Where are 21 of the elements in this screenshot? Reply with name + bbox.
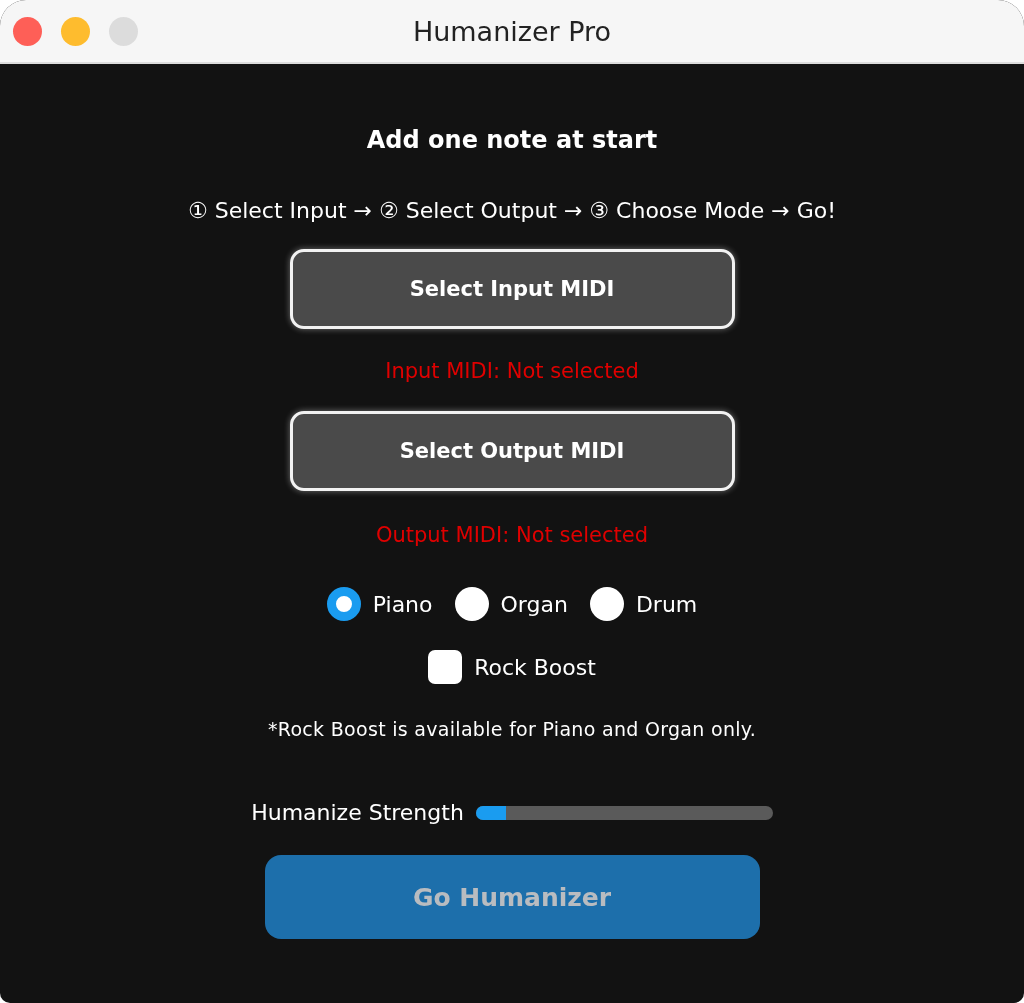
- radio-label: Drum: [635, 591, 698, 617]
- checkbox-label: Rock Boost: [474, 654, 596, 680]
- mode-radio[interactable]: Piano: [326, 587, 433, 621]
- close-icon[interactable]: [13, 16, 42, 46]
- heading: Add one note at start: [366, 126, 658, 154]
- minimize-icon[interactable]: [61, 16, 90, 46]
- window-title: Humanizer Pro: [412, 15, 612, 47]
- footnote: *Rock Boost is available for Piano and Organ only.: [268, 718, 756, 740]
- zoom-icon: [109, 16, 138, 46]
- mode-radio[interactable]: Drum: [589, 587, 698, 621]
- radio-label: Piano: [372, 591, 433, 617]
- input-status: Input MIDI: Not selected: [385, 359, 639, 383]
- rock-boost-checkbox[interactable]: Rock Boost: [428, 650, 596, 684]
- strength-slider[interactable]: [475, 805, 773, 820]
- slider-label: Humanize Strength: [251, 800, 464, 825]
- steps-instructions: ① Select Input → ② Select Output → ③ Choose Mode → Go!: [188, 198, 836, 223]
- select-input-button[interactable]: Select Input MIDI: [289, 249, 735, 329]
- mode-radio[interactable]: Organ: [454, 587, 568, 621]
- output-status: Output MIDI: Not selected: [375, 523, 649, 547]
- select-output-button[interactable]: Select Output MIDI: [289, 411, 735, 491]
- radio-label: Organ: [500, 591, 568, 617]
